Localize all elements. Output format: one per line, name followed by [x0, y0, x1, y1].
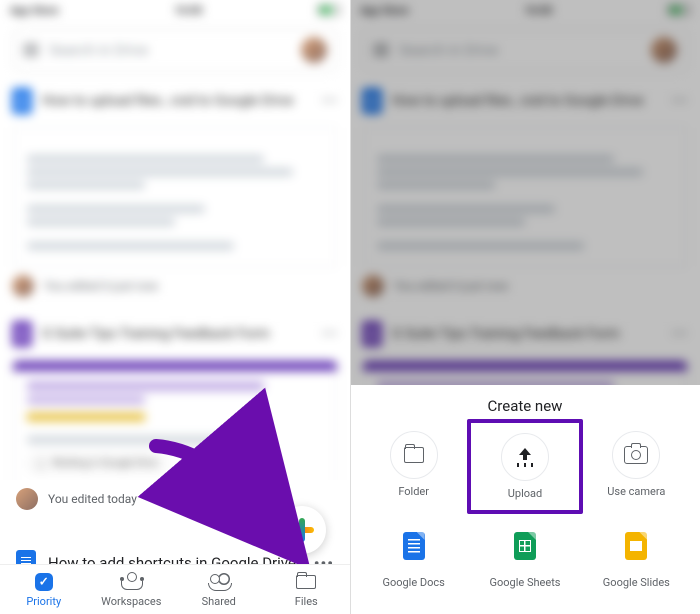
- plus-icon: [290, 518, 314, 542]
- shared-icon: [208, 574, 230, 590]
- create-fab[interactable]: [278, 506, 326, 554]
- activity-text: You edited today: [48, 492, 137, 506]
- docs-icon: [403, 532, 425, 560]
- create-camera[interactable]: Use camera: [581, 421, 692, 512]
- user-avatar: [16, 488, 38, 510]
- more-icon[interactable]: •••: [322, 327, 338, 342]
- bottom-nav: Priority Workspaces Shared Files: [0, 564, 350, 614]
- file-title: How to upload files…roid to Google Drive: [42, 93, 312, 109]
- nav-files[interactable]: Files: [263, 565, 351, 614]
- folder-icon: [296, 575, 316, 589]
- folder-icon: [404, 447, 424, 463]
- status-bar: App Store 16:00: [0, 0, 350, 20]
- nav-priority[interactable]: Priority: [0, 565, 88, 614]
- hamburger-icon[interactable]: [23, 44, 39, 56]
- create-folder[interactable]: Folder: [358, 421, 469, 512]
- search-input[interactable]: Search in Drive: [49, 41, 291, 59]
- priority-icon: [35, 573, 53, 591]
- create-docs[interactable]: Google Docs: [358, 512, 469, 599]
- forms-icon: [12, 321, 32, 347]
- camera-icon: [624, 446, 648, 464]
- create-upload[interactable]: Upload: [467, 419, 582, 514]
- status-time: 16:00: [174, 4, 202, 17]
- status-left: App Store: [10, 4, 59, 17]
- nav-shared[interactable]: Shared: [175, 565, 263, 614]
- more-icon[interactable]: •••: [322, 94, 338, 109]
- nav-workspaces[interactable]: Workspaces: [88, 565, 176, 614]
- sheet-title: Create new: [350, 385, 700, 421]
- create-sheets[interactable]: Google Sheets: [469, 512, 580, 599]
- workspaces-icon: [121, 574, 141, 590]
- activity-text: You edited it just now: [44, 279, 158, 293]
- battery-icon: [318, 5, 340, 15]
- file-item[interactable]: How to upload files…roid to Google Drive…: [12, 80, 338, 122]
- activity-row: You edited it just now: [12, 267, 338, 305]
- search-bar[interactable]: Search in Drive: [12, 28, 338, 72]
- slides-icon: [625, 532, 647, 560]
- upload-icon: [516, 448, 534, 466]
- account-avatar[interactable]: [301, 37, 327, 63]
- file-preview[interactable]: [12, 127, 338, 267]
- docs-icon: [12, 88, 32, 114]
- sheets-icon: [514, 532, 536, 560]
- chip: Working in Google Drive: [27, 454, 167, 473]
- file-item[interactable]: G Suite Tips Training Feedback Form •••: [12, 313, 338, 355]
- file-preview[interactable]: Working in Google Drive: [12, 360, 338, 500]
- file-title: G Suite Tips Training Feedback Form: [42, 326, 312, 342]
- user-avatar: [12, 275, 34, 297]
- create-new-sheet: Create new Folder Upload Use camera Goog…: [350, 385, 700, 614]
- create-slides[interactable]: Google Slides: [581, 512, 692, 599]
